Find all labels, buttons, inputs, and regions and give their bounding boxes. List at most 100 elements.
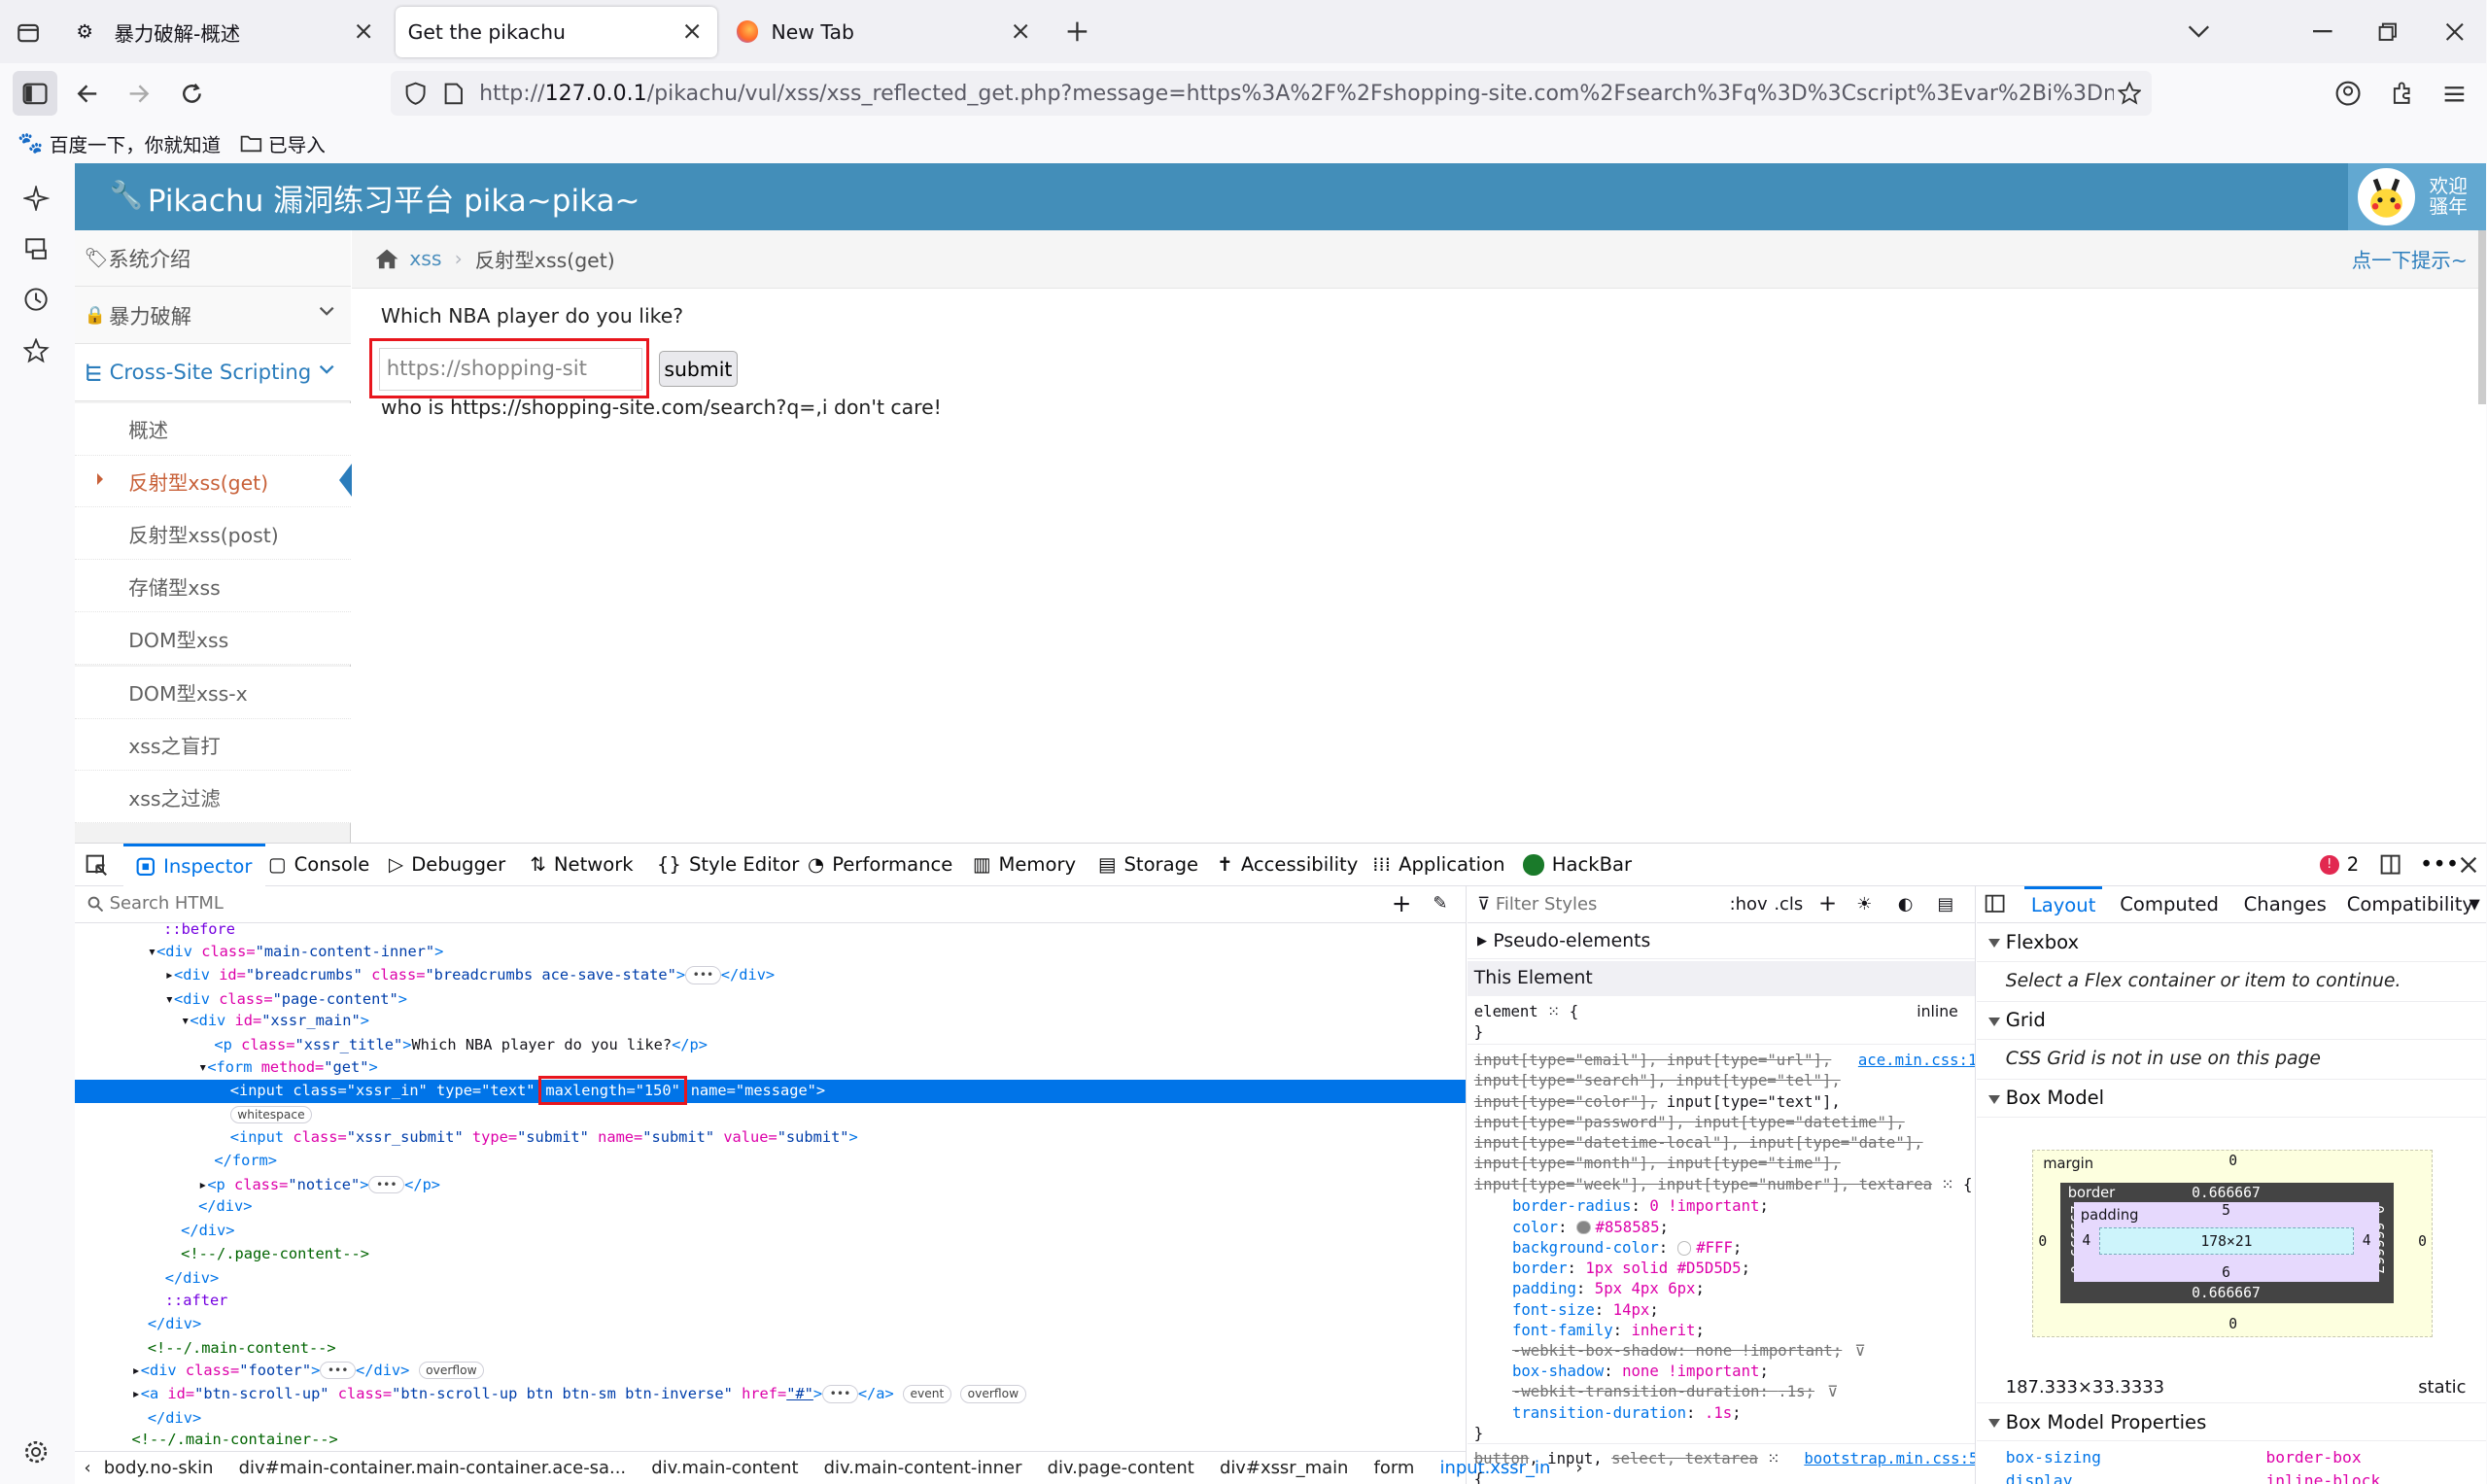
- close-icon[interactable]: [1008, 19, 1033, 45]
- node-whitespace[interactable]: whitespace: [75, 1104, 1466, 1127]
- node-crumb[interactable]: form: [1374, 1458, 1415, 1478]
- tab-inspector[interactable]: Inspector: [123, 843, 265, 887]
- close-icon[interactable]: [679, 19, 705, 45]
- node-comment[interactable]: <!--/.page-content-->: [75, 1243, 1466, 1266]
- node-comment[interactable]: <!--/.main-container-->: [75, 1429, 1466, 1452]
- submenu-item-filter[interactable]: xss之过滤: [74, 771, 351, 824]
- page-scrollbar[interactable]: [2478, 229, 2487, 405]
- element-rule[interactable]: element ⁙ {: [1474, 1001, 1578, 1021]
- border-bottom-value[interactable]: 0.666667: [2192, 1285, 2261, 1301]
- dark-theme-icon[interactable]: ◐: [1898, 886, 1914, 923]
- node-div-close[interactable]: </div>: [75, 1407, 1466, 1431]
- prop-value[interactable]: none !important: [1622, 1362, 1759, 1380]
- tab-network[interactable]: ⇅ Network: [530, 844, 633, 886]
- tab-list-icon[interactable]: [15, 19, 43, 48]
- node-xssr-main[interactable]: ▾<div id="xssr_main">: [75, 1010, 1466, 1033]
- node-main-content-inner[interactable]: ▾<div class="main-content-inner">: [75, 941, 1466, 964]
- pseudo-after[interactable]: ::after: [75, 1290, 1466, 1313]
- restore-icon[interactable]: [2374, 17, 2402, 46]
- prop-name[interactable]: -webkit-transition-duration: [1512, 1382, 1760, 1400]
- prop-name[interactable]: color: [1512, 1218, 1558, 1236]
- prop-value[interactable]: 5px 4px 6px: [1595, 1279, 1696, 1297]
- settings-gear-icon[interactable]: [22, 1437, 51, 1466]
- search-html-bar[interactable]: Search HTML + ✎: [74, 886, 1466, 923]
- new-tab-plus-icon[interactable]: [1063, 17, 1091, 46]
- filter-icon[interactable]: ⊽: [1854, 1340, 1865, 1361]
- forward-arrow-icon[interactable]: [125, 80, 154, 108]
- grid-section[interactable]: Grid: [1977, 1000, 2487, 1041]
- tab-changes[interactable]: Changes: [2244, 886, 2327, 923]
- node-submit-input[interactable]: <input class="xssr_submit" type="submit"…: [75, 1126, 1466, 1150]
- page-icon[interactable]: [441, 81, 466, 106]
- account-icon[interactable]: [2334, 80, 2363, 108]
- node-input-selected[interactable]: <input class="xssr_in" type="text" maxle…: [74, 1075, 1466, 1106]
- box-model-properties-section[interactable]: Box Model Properties: [1977, 1401, 2487, 1442]
- sidebar-item-intro[interactable]: 🏷 系统介绍: [74, 229, 351, 288]
- node-crumb[interactable]: div.main-content-inner: [824, 1458, 1022, 1478]
- node-crumb[interactable]: div#main-container.main-container.ace-sa…: [239, 1458, 627, 1478]
- prop-name[interactable]: border-radius: [1512, 1196, 1632, 1215]
- add-node-icon[interactable]: +: [1392, 892, 1412, 915]
- prop-name[interactable]: transition-duration: [1512, 1403, 1686, 1422]
- prop-value[interactable]: inherit: [1631, 1321, 1695, 1339]
- search-html-input[interactable]: Search HTML: [110, 892, 224, 915]
- close-devtools-icon[interactable]: [2460, 844, 2477, 886]
- prop-value[interactable]: #858585: [1596, 1218, 1660, 1236]
- declaration[interactable]: border-radius: 0 !important;: [1512, 1195, 1769, 1216]
- flexbox-section[interactable]: Flexbox: [1977, 923, 2487, 963]
- toggle-pane-icon[interactable]: [1985, 894, 2005, 914]
- submenu-item-reflected-post[interactable]: 反射型xss(post): [74, 507, 351, 561]
- whitespace-badge[interactable]: whitespace: [229, 1106, 313, 1124]
- node-page-content[interactable]: ▾<div class="page-content">: [75, 988, 1466, 1012]
- submenu-item-stored[interactable]: 存储型xss: [74, 560, 351, 613]
- chevron-left-icon[interactable]: ‹: [85, 1458, 91, 1478]
- breadcrumb-xss[interactable]: xss: [409, 247, 441, 270]
- node-scroll-up-link[interactable]: ▸<a id="btn-scroll-up" class="btn-scroll…: [75, 1383, 1466, 1406]
- margin-top-value[interactable]: 0: [2228, 1153, 2237, 1169]
- node-comment[interactable]: <!--/.main-content-->: [75, 1337, 1466, 1361]
- close-icon[interactable]: [351, 19, 376, 45]
- padding-right-value[interactable]: 4: [2363, 1232, 2371, 1249]
- hamburger-menu-icon[interactable]: [2440, 80, 2469, 108]
- node-crumb[interactable]: div.main-content: [651, 1458, 798, 1478]
- source-bootstrap-css[interactable]: bootstrap.min.css:5: [1804, 1448, 1974, 1468]
- source-ace-css[interactable]: ace.min.css:1: [1858, 1050, 1975, 1070]
- ai-sparkle-icon[interactable]: [22, 184, 51, 212]
- prop-value[interactable]: .1s: [1705, 1403, 1732, 1422]
- print-icon[interactable]: ▤: [1938, 886, 1954, 923]
- declaration[interactable]: font-size: 14px;: [1512, 1299, 1659, 1320]
- tab-computed[interactable]: Computed: [2120, 886, 2219, 923]
- padding-top-value[interactable]: 5: [2222, 1202, 2230, 1219]
- tab-get-pikachu[interactable]: Get the pikachu: [395, 6, 717, 57]
- shield-icon[interactable]: [403, 81, 429, 106]
- prop-name[interactable]: -webkit-box-shadow: [1512, 1341, 1677, 1360]
- node-div-close[interactable]: </div>: [75, 1220, 1466, 1243]
- dock-side-icon[interactable]: [2380, 844, 2401, 886]
- node-crumb[interactable]: body.no-skin: [104, 1458, 214, 1478]
- node-form-close[interactable]: </form>: [75, 1150, 1466, 1173]
- tab-memory[interactable]: ▥ Memory: [973, 844, 1076, 886]
- tab-layout[interactable]: Layout: [2024, 886, 2102, 923]
- ellipsis-badge[interactable]: •••: [822, 1385, 858, 1403]
- hint-link[interactable]: 点一下提示~: [2352, 244, 2468, 273]
- sidebar-item-xss[interactable]: Cross-Site Scripting: [74, 344, 351, 402]
- node-breadcrumbs[interactable]: ▸<div id="breadcrumbs" class="breadcrumb…: [75, 964, 1466, 987]
- prop-name[interactable]: padding: [1512, 1279, 1576, 1297]
- cls-toggle[interactable]: .cls: [1774, 886, 1803, 923]
- home-icon[interactable]: [374, 248, 399, 270]
- history-clock-icon[interactable]: [22, 286, 51, 314]
- tab-brute-force[interactable]: ⚙ 暴力破解-概述: [63, 7, 389, 57]
- chevron-down-icon[interactable]: [2185, 17, 2213, 46]
- minimize-icon[interactable]: [2309, 17, 2337, 46]
- chevron-down-icon[interactable]: ▼: [2469, 886, 2479, 923]
- event-badge[interactable]: event: [902, 1385, 951, 1403]
- bookmark-star-icon[interactable]: [2117, 81, 2142, 106]
- prop-name[interactable]: font-family: [1512, 1321, 1613, 1339]
- tab-compatibility[interactable]: Compatibility: [2347, 886, 2473, 923]
- node-notice[interactable]: ▸<p class="notice"> ••• </p>: [75, 1174, 1466, 1197]
- margin-right-value[interactable]: 0: [2418, 1233, 2427, 1250]
- tab-new-tab[interactable]: New Tab: [724, 7, 1046, 57]
- tab-style-editor[interactable]: {} Style Editor: [657, 844, 799, 886]
- extensions-icon[interactable]: [2388, 80, 2416, 108]
- window-close-icon[interactable]: [2440, 17, 2469, 46]
